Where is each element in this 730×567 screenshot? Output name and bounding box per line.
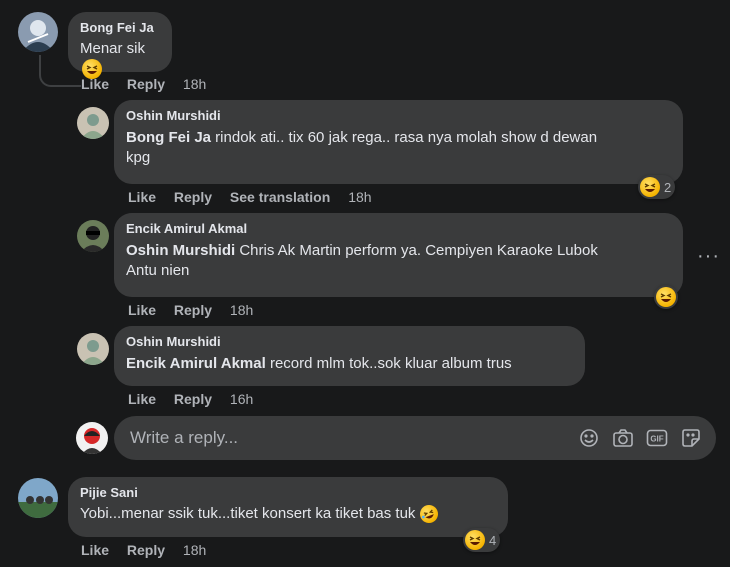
avatar[interactable] [18, 478, 58, 518]
reply-text: Encik Amirul Akmal record mlm tok..sok k… [126, 354, 573, 374]
reply-composer: GIF [114, 416, 716, 460]
see-translation-link[interactable]: See translation [230, 189, 330, 205]
avatar[interactable] [77, 107, 109, 139]
reply-text-line: rindok ati.. tix 60 jak rega.. rasa nya … [211, 129, 598, 146]
reply-text: Bong Fei Ja rindok ati.. tix 60 jak rega… [126, 128, 671, 168]
comment-author[interactable]: Bong Fei Ja [80, 20, 160, 36]
sticker-icon[interactable] [680, 427, 702, 449]
reply-actions: Like Reply 18h [128, 302, 253, 318]
reply-button[interactable]: Reply [127, 76, 165, 92]
like-button[interactable]: Like [81, 76, 109, 92]
rolling-laughing-emoji-icon [417, 502, 441, 526]
like-button[interactable]: Like [128, 302, 156, 318]
reply-button[interactable]: Reply [174, 391, 212, 407]
reaction-count: 2 [664, 179, 672, 195]
reply-input[interactable] [128, 427, 578, 449]
like-button[interactable]: Like [128, 189, 156, 205]
emoji-icon[interactable] [578, 427, 600, 449]
reply-text-line: kpg [126, 149, 151, 166]
mention-link[interactable]: Encik Amirul Akmal [126, 355, 266, 372]
comment-text: Menar sik [80, 39, 160, 80]
gif-icon[interactable]: GIF [646, 427, 668, 449]
svg-text:GIF: GIF [650, 435, 663, 444]
mention-link[interactable]: Bong Fei Ja [126, 129, 211, 146]
mention-link[interactable]: Oshin Murshidi [126, 242, 235, 259]
comment-bubble: Pijie Sani Yobi...menar ssik tuk...tiket… [68, 477, 508, 537]
avatar[interactable] [77, 333, 109, 365]
like-button[interactable]: Like [81, 542, 109, 558]
comment-bubble: Bong Fei Ja Menar sik [68, 12, 172, 80]
reply-button[interactable]: Reply [127, 542, 165, 558]
laughing-emoji-icon [640, 177, 660, 197]
reply-author[interactable]: Oshin Murshidi [126, 334, 573, 350]
reply-bubble: Oshin Murshidi Bong Fei Ja rindok ati.. … [114, 100, 683, 184]
reaction-badge[interactable]: 4 [463, 528, 501, 552]
reaction-badge[interactable] [654, 285, 678, 309]
timestamp[interactable]: 18h [230, 302, 253, 318]
comment-text-body: Yobi...menar ssik tuk...tiket konsert ka… [80, 505, 416, 522]
reply-button[interactable]: Reply [174, 302, 212, 318]
laughing-emoji-icon [656, 287, 676, 307]
laughing-emoji-icon [465, 530, 485, 550]
reply-author[interactable]: Encik Amirul Akmal [126, 221, 671, 237]
comment-author[interactable]: Pijie Sani [80, 485, 496, 501]
reply-author[interactable]: Oshin Murshidi [126, 108, 671, 124]
reply-text: Oshin Murshidi Chris Ak Martin perform y… [126, 241, 671, 281]
comment-actions: Like Reply 18h [81, 76, 206, 92]
reply-actions: Like Reply See translation 18h [128, 189, 372, 205]
comment-text: Yobi...menar ssik tuk...tiket konsert ka… [80, 502, 496, 526]
reply-text-line: Chris Ak Martin perform ya. Cempiyen Kar… [235, 242, 598, 259]
reply-bubble: Encik Amirul Akmal Oshin Murshidi Chris … [114, 213, 683, 297]
reply-bubble: Oshin Murshidi Encik Amirul Akmal record… [114, 326, 585, 386]
reply-actions: Like Reply 16h [128, 391, 253, 407]
reply-button[interactable]: Reply [174, 189, 212, 205]
timestamp[interactable]: 18h [183, 542, 206, 558]
composer-icons: GIF [578, 427, 702, 449]
timestamp[interactable]: 18h [183, 76, 206, 92]
avatar[interactable] [77, 220, 109, 252]
reply-text-line: Antu nien [126, 262, 190, 279]
reaction-count: 4 [489, 532, 497, 548]
reaction-badge[interactable]: 2 [638, 175, 676, 199]
more-options-icon[interactable]: ··· [697, 245, 720, 268]
like-button[interactable]: Like [128, 391, 156, 407]
reply-text-line: record mlm tok..sok kluar album trus [265, 355, 512, 372]
timestamp[interactable]: 16h [230, 391, 253, 407]
current-user-avatar[interactable] [76, 422, 108, 454]
avatar[interactable] [18, 12, 58, 52]
comment-text-body: Menar sik [80, 40, 146, 57]
comment-actions: Like Reply 18h [81, 542, 206, 558]
timestamp[interactable]: 18h [348, 189, 371, 205]
camera-icon[interactable] [612, 427, 634, 449]
